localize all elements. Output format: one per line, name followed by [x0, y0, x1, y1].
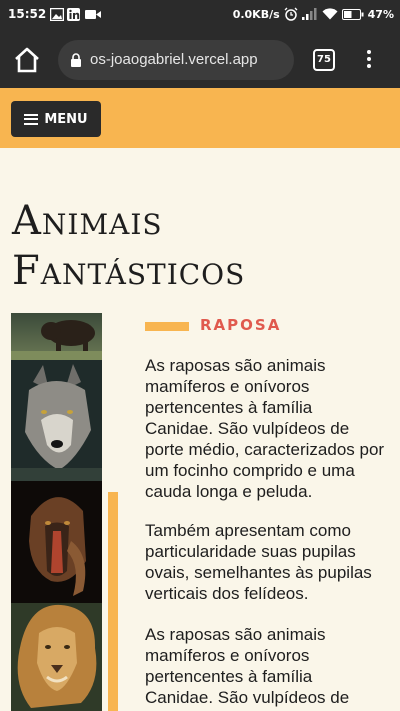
address-bar[interactable]: os-joaogabriel.vercel.app	[58, 40, 294, 80]
network-speed: 0.0KB/s	[232, 7, 280, 21]
linkedin-notification-icon	[67, 8, 80, 21]
battery-level: 47%	[367, 7, 394, 21]
section-paragraph-3: As raposas são animais mamíferos e onívo…	[145, 625, 355, 711]
section-title: RAPOSA	[200, 316, 282, 334]
animal-image-mandrill[interactable]	[11, 481, 102, 603]
alarm-icon	[284, 7, 298, 21]
signal-icon	[301, 8, 317, 20]
more-options-icon[interactable]	[362, 47, 376, 71]
animal-image-list	[11, 313, 102, 711]
wifi-icon	[322, 8, 338, 20]
accent-bar	[108, 492, 118, 711]
page-title-line1: Animais	[12, 198, 163, 244]
section-title-decoration	[145, 322, 189, 331]
site-header: MENU	[0, 88, 400, 148]
browser-toolbar: os-joaogabriel.vercel.app 75	[0, 30, 400, 88]
page-title-line2: Fantásticos	[12, 248, 246, 294]
status-bar: 15:52 0.0KB/s 47%	[0, 0, 400, 30]
tabs-count-button[interactable]: 75	[313, 49, 335, 71]
menu-label: MENU	[44, 111, 88, 127]
animal-image-lion[interactable]	[11, 603, 102, 711]
animal-image-wolf[interactable]	[11, 360, 102, 481]
status-time: 15:52	[8, 7, 47, 21]
lock-icon	[71, 53, 81, 67]
animal-image-bear[interactable]	[11, 313, 102, 360]
menu-button[interactable]: MENU	[11, 101, 101, 137]
battery-icon	[341, 8, 364, 20]
page-title: Animais Fantásticos	[12, 196, 392, 296]
url-text: os-joaogabriel.vercel.app	[90, 51, 258, 68]
status-right: 0.0KB/s 47%	[233, 7, 394, 21]
image-notification-icon	[50, 8, 64, 21]
hamburger-icon	[24, 113, 39, 125]
section-paragraph-1: As raposas são animais mamíferos e onívo…	[145, 356, 385, 501]
video-notification-icon	[85, 10, 101, 19]
home-icon[interactable]	[12, 46, 42, 74]
section-paragraph-2: Também apresentam como particularidade s…	[145, 521, 372, 603]
